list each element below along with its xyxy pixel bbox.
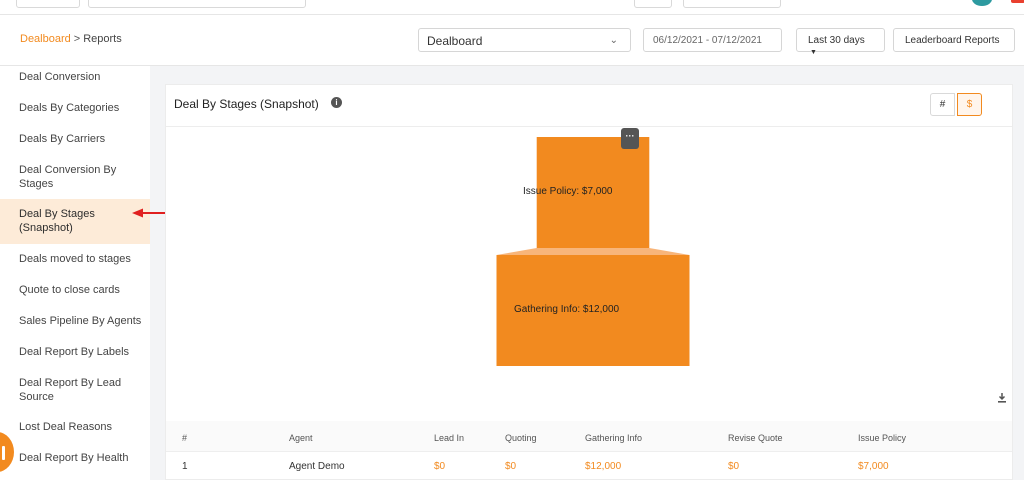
breadcrumb: Dealboard > Reports	[20, 33, 122, 45]
sidebar-item-deal-by-stages-snapshot[interactable]: Deal By Stages (Snapshot)	[0, 199, 150, 244]
sidebar-item-deals-by-categories[interactable]: Deals By Categories	[0, 101, 150, 115]
leaderboard-reports-button[interactable]: Leaderboard Reports	[893, 28, 1015, 52]
col-header-agent[interactable]: Agent	[289, 433, 313, 443]
col-header-quoting[interactable]: Quoting	[505, 433, 537, 443]
breadcrumb-current: Reports	[83, 33, 122, 45]
cell-index: 1	[182, 461, 188, 472]
report-header: Dealboard > Reports Dealboard ⌄ 06/12/2021…	[0, 15, 1024, 66]
cell-issue-policy: $7,000	[858, 461, 889, 472]
top-nav-button[interactable]	[634, 0, 672, 8]
sidebar-item-deal-report-by-lead-source[interactable]: Deal Report By Lead Source	[0, 376, 125, 404]
breadcrumb-separator: >	[73, 33, 81, 45]
breadcrumb-dealboard-link[interactable]: Dealboard	[20, 33, 71, 45]
cell-quoting: $0	[505, 461, 517, 472]
sidebar-item-sales-pipeline-by-agents[interactable]: Sales Pipeline By Agents	[0, 314, 150, 328]
sidebar-item-quote-to-close-cards[interactable]: Quote to close cards	[0, 283, 150, 297]
funnel-label-issue-policy: Issue Policy: $7,000	[523, 186, 613, 197]
notification-badge[interactable]	[1011, 0, 1024, 3]
sidebar-item-deals-moved-to-stages[interactable]: Deals moved to stages	[0, 252, 150, 266]
sidebar-item-deal-report-by-health[interactable]: Deal Report By Health	[0, 451, 150, 465]
report-card: Deal By Stages (Snapshot) i # $ Issue Po…	[165, 84, 1013, 480]
table-row: 1 Agent Demo $0 $0 $12,000 $0 $7,000	[166, 453, 1012, 480]
chat-icon	[2, 446, 5, 460]
col-header-gathering-info[interactable]: Gathering Info	[585, 433, 642, 443]
chart-menu-button[interactable]: ···	[621, 128, 639, 149]
sidebar-item-deal-conversion[interactable]: Deal Conversion	[0, 70, 150, 84]
caret-down-icon: ▼	[810, 49, 817, 56]
reports-sidebar: Deal Conversion Deals By Categories Deal…	[0, 66, 150, 480]
table-header: # Agent Lead In Quoting Gathering Info R…	[166, 421, 1012, 452]
col-header-lead-in[interactable]: Lead In	[434, 433, 464, 443]
dashboard-select-value: Dealboard	[427, 34, 483, 48]
col-header-issue-policy[interactable]: Issue Policy	[858, 433, 906, 443]
dashboard-select[interactable]: Dealboard ⌄	[418, 28, 631, 52]
funnel-chart	[496, 137, 690, 366]
period-label: Last 30 days	[808, 35, 865, 46]
chevron-down-icon: ⌄	[609, 35, 618, 46]
col-header-index: #	[182, 433, 188, 443]
sidebar-item-lost-deal-reasons[interactable]: Lost Deal Reasons	[0, 420, 150, 434]
avatar[interactable]	[972, 0, 992, 6]
date-range-value: 06/12/2021 - 07/12/2021	[653, 35, 762, 46]
top-nav-button[interactable]	[16, 0, 80, 8]
date-range-input[interactable]: 06/12/2021 - 07/12/2021	[643, 28, 782, 52]
cell-gathering-info: $12,000	[585, 461, 622, 472]
top-search-input[interactable]	[88, 0, 306, 8]
col-header-revise-quote[interactable]: Revise Quote	[728, 433, 783, 443]
cell-lead-in: $0	[434, 461, 446, 472]
top-nav-button[interactable]	[683, 0, 781, 8]
cell-revise-quote: $0	[728, 461, 740, 472]
funnel-connector	[496, 248, 690, 255]
period-dropdown[interactable]: Last 30 days ▼	[796, 28, 885, 56]
funnel-label-gathering-info: Gathering Info: $12,000	[514, 304, 620, 315]
cell-agent: Agent Demo	[289, 461, 345, 472]
sidebar-item-deal-report-by-labels[interactable]: Deal Report By Labels	[0, 345, 150, 359]
download-icon[interactable]	[997, 393, 1007, 403]
sidebar-item-deals-by-carriers[interactable]: Deals By Carriers	[0, 132, 150, 146]
top-navbar	[0, 0, 1024, 15]
sidebar-item-deal-conversion-by-stages[interactable]: Deal Conversion By Stages	[0, 163, 120, 191]
